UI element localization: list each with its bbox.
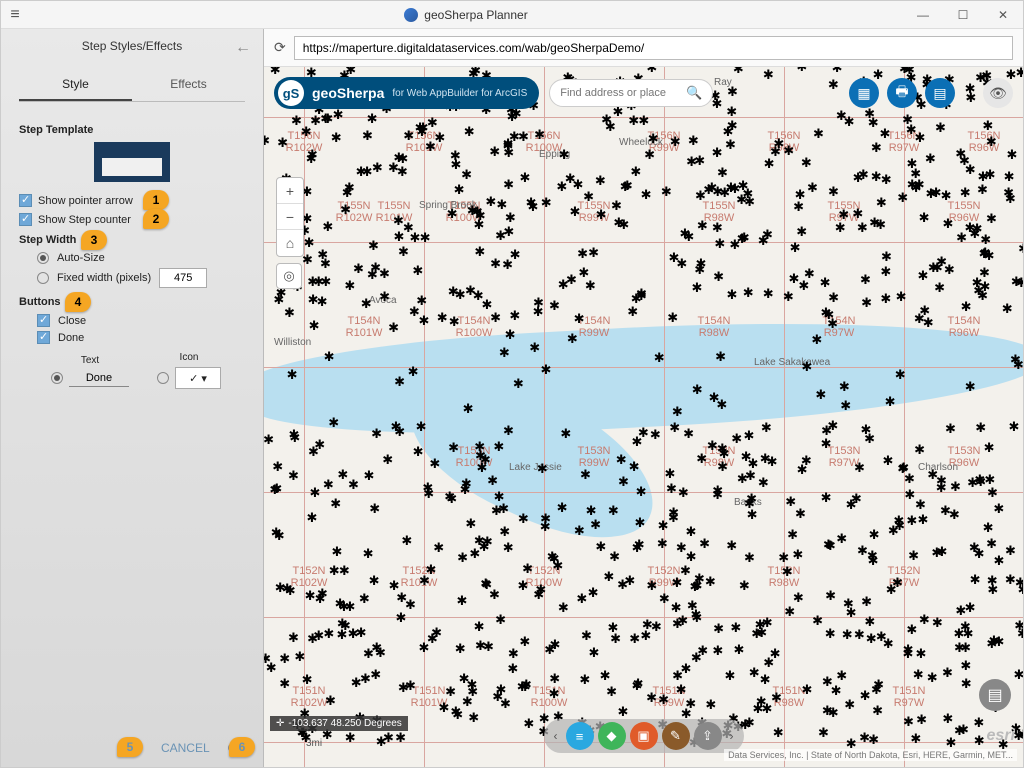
annotation-6: 6: [229, 737, 255, 757]
radio-fixed-width[interactable]: [37, 272, 49, 284]
zoom-in-button[interactable]: +: [277, 178, 303, 204]
map-canvas[interactable]: gS geoSherpa for Web AppBuilder for ArcG…: [264, 67, 1023, 767]
close-label: Close: [58, 315, 86, 327]
buttons-label: Buttons: [19, 296, 61, 308]
style-panel: Step Styles/Effects ← Style Effects Step…: [1, 29, 264, 767]
basemap-gallery-button[interactable]: ▦: [849, 78, 879, 108]
annotation-3: 3: [81, 230, 107, 250]
step-width-label: Step Width: [19, 234, 76, 246]
annotation-1: 1: [143, 190, 169, 210]
back-arrow-icon[interactable]: ←: [235, 39, 251, 57]
dock-next[interactable]: ›: [726, 729, 738, 743]
brand-pill: gS geoSherpa for Web AppBuilder for ArcG…: [274, 77, 539, 109]
annotation-2: 2: [143, 209, 169, 229]
place-label: Lake Jessie: [509, 462, 562, 473]
dock-prev[interactable]: ‹: [550, 729, 562, 743]
hamburger-icon[interactable]: ≡: [1, 6, 29, 24]
draw-widget[interactable]: ✎: [662, 722, 690, 750]
place-label: Banks: [734, 497, 762, 508]
layer-list-widget[interactable]: ◆: [598, 722, 626, 750]
window-minimize[interactable]: —: [903, 8, 943, 22]
locate-button[interactable]: ◎: [276, 263, 302, 289]
annotation-5: 5: [117, 737, 143, 757]
checkbox-done[interactable]: [37, 331, 50, 344]
geocoder[interactable]: 🔍: [549, 79, 713, 107]
print-button[interactable]: 🖶: [887, 78, 917, 108]
place-label: Lake Sakakawea: [754, 357, 830, 368]
attribution-text: Data Services, Inc. | State of North Dak…: [724, 749, 1017, 761]
step-template-label: Step Template: [19, 124, 245, 136]
place-label: Williston: [274, 337, 311, 348]
brand-logo-icon: gS: [278, 80, 304, 106]
checkbox-close[interactable]: [37, 314, 50, 327]
legend-widget[interactable]: ≡: [566, 722, 594, 750]
search-input[interactable]: [560, 87, 680, 99]
home-button[interactable]: ⌂: [277, 230, 303, 256]
place-label: Avoca: [369, 295, 397, 306]
place-label: Spring Brook: [419, 200, 477, 211]
zoom-controls: + − ⌂: [276, 177, 304, 257]
tab-effects[interactable]: Effects: [132, 69, 245, 101]
brand-name: geoSherpa: [312, 85, 384, 101]
share-widget[interactable]: ⇪: [694, 722, 722, 750]
esri-logo: esri: [987, 727, 1015, 745]
reload-icon[interactable]: ⟳: [274, 39, 286, 56]
fixed-width-label: Fixed width (pixels): [57, 272, 151, 284]
done-text-input[interactable]: [69, 370, 129, 387]
icon-select[interactable]: ✓ ▾: [175, 367, 221, 389]
cancel-button[interactable]: CANCEL: [161, 741, 210, 755]
panel-title: Step Styles/Effects: [82, 39, 183, 53]
scale-bar: 3mi: [306, 738, 322, 749]
tab-style[interactable]: Style: [19, 69, 132, 101]
place-label: Epping: [539, 149, 570, 160]
show-pointer-label: Show pointer arrow: [38, 195, 133, 207]
zoom-out-button[interactable]: −: [277, 204, 303, 230]
township-grid: [264, 67, 1023, 767]
checkbox-pointer-arrow[interactable]: [19, 194, 32, 207]
show-counter-label: Show Step counter: [38, 214, 131, 226]
radio-icon[interactable]: [157, 372, 169, 384]
visibility-toggle[interactable]: 👁: [983, 78, 1013, 108]
widget-dock: ‹ ≡ ◆ ▣ ✎ ⇪ ›: [544, 719, 744, 753]
app-icon: [404, 8, 418, 22]
fixed-width-input[interactable]: [159, 268, 207, 288]
coordinate-readout: ✛-103.637 48.250 Degrees: [270, 716, 408, 731]
radio-auto-size[interactable]: [37, 252, 49, 264]
icon-header: Icon: [180, 352, 199, 363]
auto-size-label: Auto-Size: [57, 252, 105, 264]
window-maximize[interactable]: ☐: [943, 8, 983, 22]
bookmarks-widget[interactable]: ▣: [630, 722, 658, 750]
window-close[interactable]: ✕: [983, 8, 1023, 22]
radio-text[interactable]: [51, 372, 63, 384]
attribute-table-button[interactable]: ▤: [979, 679, 1011, 711]
title-bar: ≡ geoSherpa Planner — ☐ ✕: [1, 1, 1023, 29]
brand-tagline: for Web AppBuilder for ArcGIS: [392, 88, 527, 99]
search-icon[interactable]: 🔍: [686, 85, 702, 101]
text-header: Text: [81, 355, 99, 366]
checkbox-step-counter[interactable]: [19, 213, 32, 226]
place-label: Wheelock: [619, 137, 663, 148]
app-title: geoSherpa Planner: [424, 8, 527, 22]
url-input[interactable]: [294, 36, 1013, 60]
place-label: Charlson: [918, 462, 958, 473]
done-label: Done: [58, 332, 84, 344]
template-thumbnail[interactable]: [94, 142, 170, 182]
bookmarks-button[interactable]: ▤: [925, 78, 955, 108]
annotation-4: 4: [65, 292, 91, 312]
url-bar: ⟳: [264, 29, 1023, 67]
